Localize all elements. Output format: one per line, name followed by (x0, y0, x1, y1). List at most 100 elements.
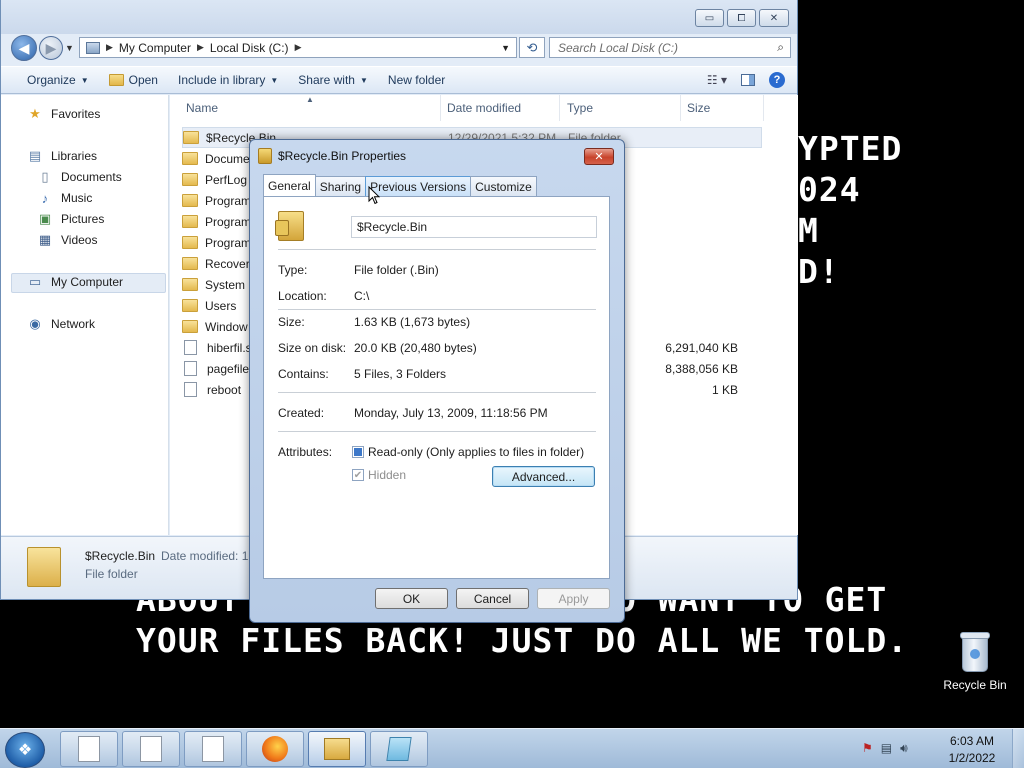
navigation-pane: ★ Favorites ▤ Libraries ▯ Documents ♪ Music … (1, 95, 169, 535)
advanced-button[interactable]: Advanced... (492, 466, 595, 487)
taskbar-document-1[interactable] (60, 731, 118, 767)
size-value: 1.63 KB (1,673 bytes) (354, 315, 471, 329)
lock-folder-icon (258, 148, 272, 164)
cancel-button[interactable]: Cancel (456, 588, 529, 609)
divider (278, 392, 596, 393)
address-bar[interactable]: ▶ My Computer ▶ Local Disk (C:) ▶ ▼ (79, 37, 517, 58)
file-size: 8,388,056 KB (665, 361, 738, 376)
clock-date: 1/2/2022 (948, 751, 996, 765)
close-button[interactable]: ✕ (759, 9, 789, 27)
folder-icon (182, 320, 198, 333)
chevron-right-icon[interactable]: ▶ (106, 42, 113, 53)
share-with-button[interactable]: Share with ▼ (288, 67, 378, 93)
clock-time: 6:03 AM (949, 734, 995, 748)
nav-documents[interactable]: ▯ Documents (37, 169, 121, 184)
nav-music[interactable]: ♪ Music (37, 191, 93, 206)
type-value: File folder (.Bin) (354, 263, 439, 277)
dialog-title[interactable]: $Recycle.Bin Properties (258, 148, 406, 164)
preview-pane-icon[interactable] (741, 74, 755, 86)
tab-customize[interactable]: Customize (470, 176, 537, 196)
nav-videos[interactable]: ▦ Videos (37, 232, 98, 247)
history-dropdown-icon[interactable]: ▼ (65, 43, 74, 53)
open-button[interactable]: Open (99, 67, 168, 93)
column-date[interactable]: Date modified (447, 101, 521, 115)
dropdown-arrow-icon: ▼ (80, 75, 89, 85)
chevron-right-icon[interactable]: ▶ (197, 42, 204, 53)
document-icon (140, 736, 162, 762)
taskbar-firefox[interactable] (246, 731, 304, 767)
hidden-checkbox[interactable]: ✔ Hidden (352, 468, 406, 482)
size-on-disk-value: 20.0 KB (20,480 bytes) (354, 341, 477, 355)
include-library-button[interactable]: Include in library ▼ (168, 67, 288, 93)
chevron-right-icon[interactable]: ▶ (295, 42, 302, 53)
lock-folder-icon (183, 131, 199, 144)
folder-name-field[interactable]: $Recycle.Bin (351, 216, 597, 238)
explorer-titlebar[interactable]: ▭ ⧠ ✕ (1, 0, 797, 34)
column-size[interactable]: Size (687, 101, 710, 115)
network-icon: ◉ (29, 316, 41, 331)
network-tray-icon[interactable]: ▤ (881, 741, 892, 756)
notepad-icon (386, 737, 412, 761)
view-options-icon[interactable]: ☷ ▾ (707, 73, 727, 87)
tab-general[interactable]: General (263, 174, 316, 196)
details-name: $Recycle.Bin (85, 549, 156, 563)
nav-network[interactable]: ◉ Network (27, 316, 95, 331)
action-center-icon[interactable]: ⚑ (862, 741, 873, 756)
windows-logo-icon: ❖ (17, 742, 33, 759)
system-tray: ⚑ ▤ 🔊︎ (862, 741, 908, 756)
divider (278, 431, 596, 432)
volume-icon[interactable]: 🔊︎ (900, 741, 908, 756)
properties-dialog: $Recycle.Bin Properties ✕ General Sharin… (249, 139, 625, 623)
file-icon (184, 340, 197, 355)
search-placeholder: Search Local Disk (C:) (558, 40, 679, 55)
ok-button[interactable]: OK (375, 588, 448, 609)
readonly-checkbox[interactable]: Read-only (Only applies to files in fold… (352, 445, 584, 459)
type-label: Type: (278, 263, 308, 277)
videos-icon: ▦ (38, 232, 52, 247)
mouse-cursor-icon (368, 186, 380, 205)
address-dropdown-icon[interactable]: ▼ (501, 43, 510, 53)
minimize-button[interactable]: ▭ (695, 9, 724, 27)
desktop-recycle-bin[interactable]: Recycle Bin (940, 630, 1010, 692)
nav-pictures[interactable]: ▣ Pictures (37, 211, 105, 226)
maximize-button[interactable]: ⧠ (727, 9, 756, 27)
column-name[interactable]: Name (186, 101, 218, 115)
divider (278, 309, 596, 310)
breadcrumb-local-disk[interactable]: Local Disk (C:) (210, 41, 289, 55)
tab-sharing[interactable]: Sharing (314, 176, 367, 196)
taskbar-document-3[interactable] (184, 731, 242, 767)
dialog-close-button[interactable]: ✕ (584, 148, 614, 165)
libraries-icon: ▤ (28, 148, 42, 163)
contains-label: Contains: (278, 367, 329, 381)
show-desktop-button[interactable] (1012, 729, 1024, 768)
document-icon (78, 736, 100, 762)
refresh-button[interactable]: ⟲ (519, 37, 545, 58)
checkmark-icon: ✔ (352, 469, 364, 481)
back-button[interactable]: ◀ (11, 35, 37, 61)
taskbar-document-2[interactable] (122, 731, 180, 767)
created-label: Created: (278, 406, 325, 420)
organize-button[interactable]: Organize ▼ (1, 67, 99, 93)
folder-icon (182, 236, 198, 249)
breadcrumb-computer[interactable]: My Computer (119, 41, 191, 55)
clock[interactable]: 6:03 AM 1/2/2022 (942, 733, 1002, 767)
forward-button[interactable]: ▶ (39, 36, 63, 60)
start-button[interactable]: ❖ (5, 732, 45, 768)
folder-icon (182, 257, 198, 270)
help-icon[interactable]: ? (769, 72, 785, 88)
tab-previous-versions[interactable]: Previous Versions (365, 176, 472, 196)
column-type[interactable]: Type (567, 101, 593, 115)
new-folder-button[interactable]: New folder (378, 67, 455, 93)
file-size: 1 KB (711, 382, 738, 397)
folder-icon (182, 215, 198, 228)
nav-favorites[interactable]: ★ Favorites (27, 106, 100, 121)
details-date-label: Date modified: 1 (161, 549, 249, 563)
taskbar-explorer[interactable] (308, 731, 366, 767)
taskbar-notepad[interactable] (370, 731, 428, 767)
attributes-label: Attributes: (278, 445, 333, 459)
search-icon[interactable]: ⌕ (777, 40, 784, 55)
nav-my-computer[interactable]: ▭ My Computer (27, 274, 123, 289)
apply-button[interactable]: Apply (537, 588, 610, 609)
nav-libraries[interactable]: ▤ Libraries (27, 148, 97, 163)
search-input[interactable]: Search Local Disk (C:) ⌕ (549, 37, 791, 58)
